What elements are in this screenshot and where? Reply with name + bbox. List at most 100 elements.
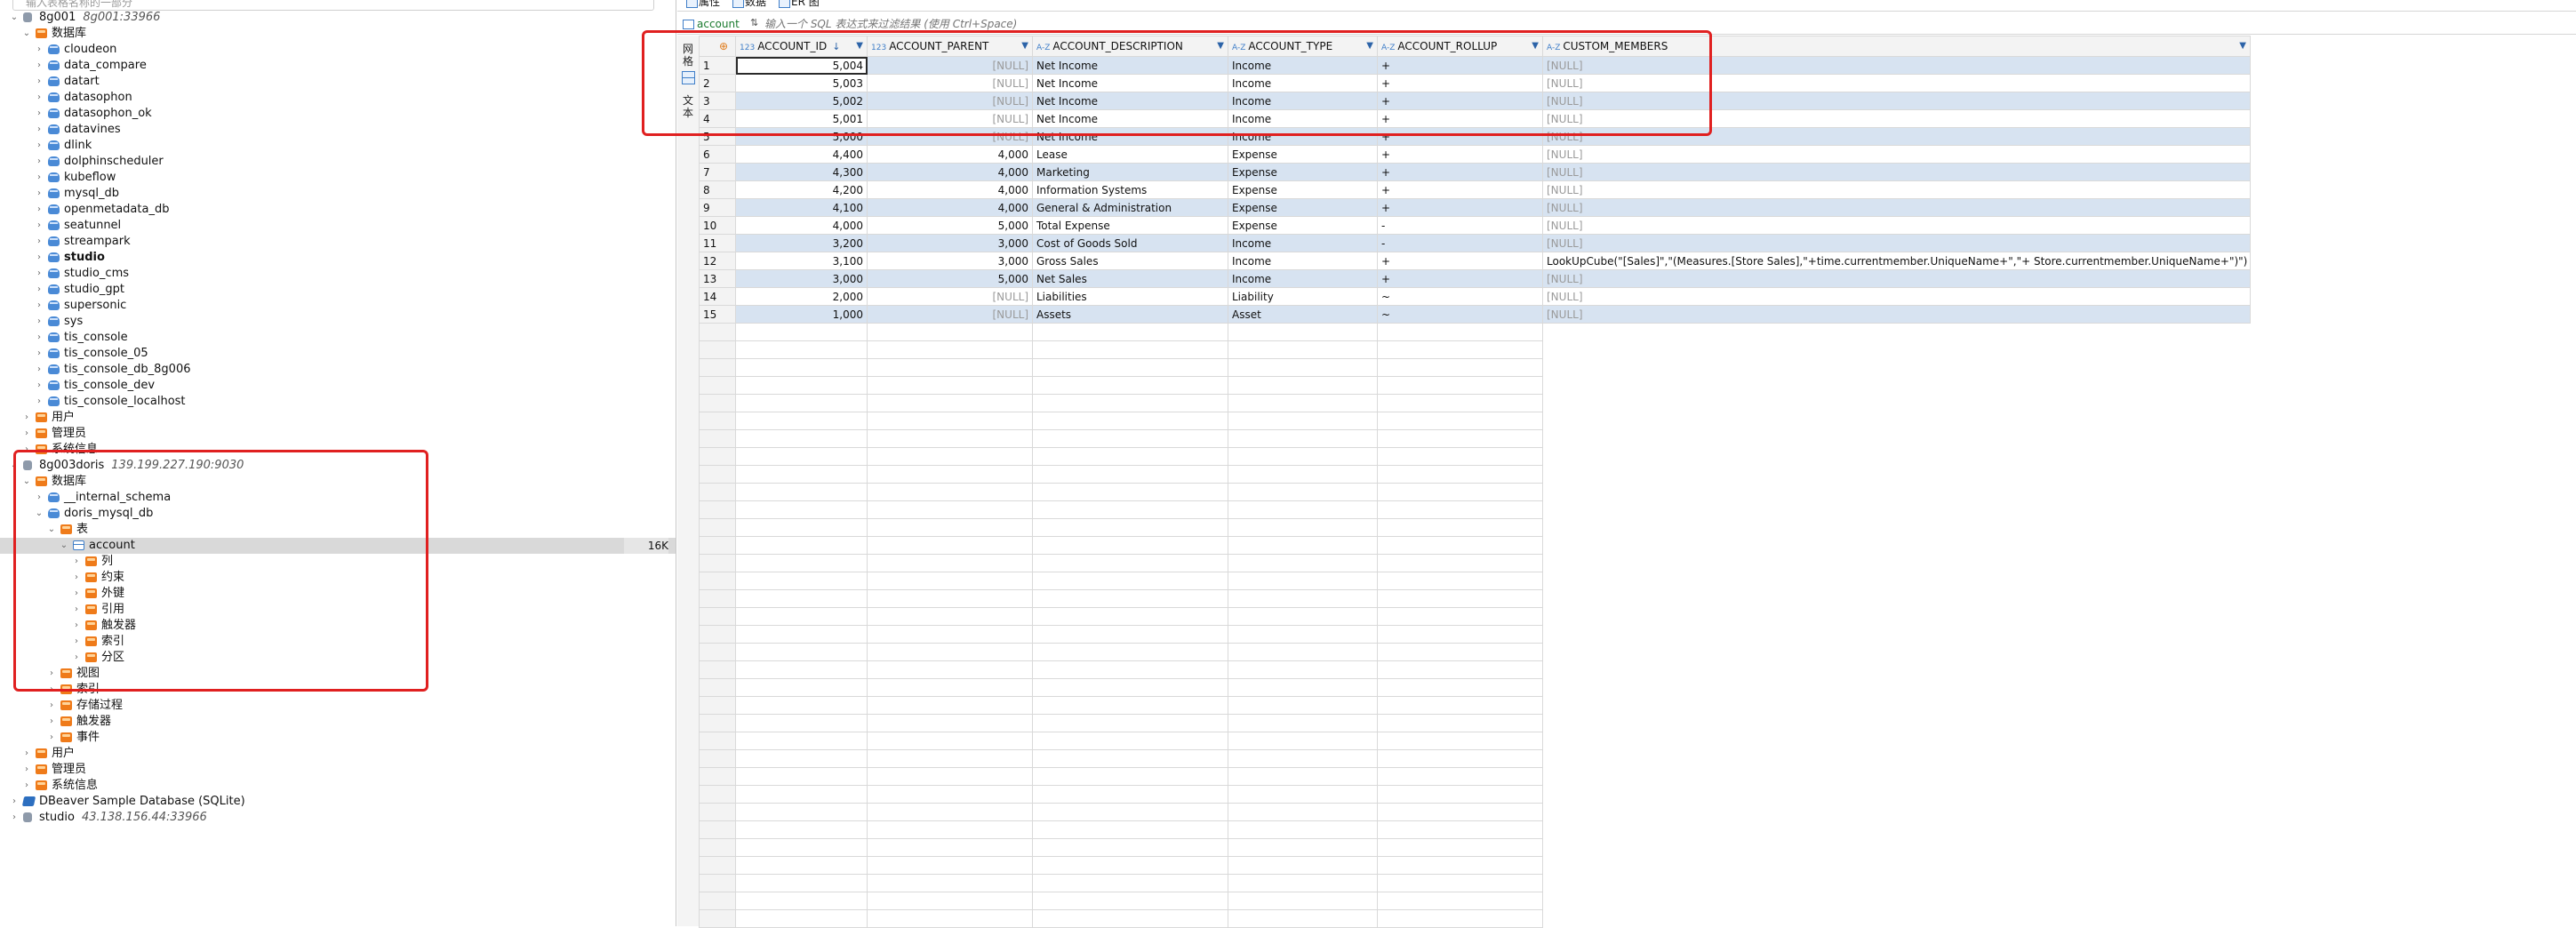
sort-icon[interactable]: ↓ <box>832 41 840 52</box>
tree-node[interactable]: › datavines <box>0 122 676 138</box>
chevron-right-icon[interactable]: › <box>34 362 44 378</box>
chevron-right-icon[interactable]: › <box>71 634 82 650</box>
column-filter-icon[interactable]: ▼ <box>1366 41 1373 51</box>
tree-node[interactable]: › dolphinscheduler <box>0 154 676 170</box>
table-cell[interactable]: Gross Sales <box>1032 252 1228 270</box>
column-filter-icon[interactable]: ▼ <box>2239 41 2246 51</box>
chevron-right-icon[interactable]: › <box>46 730 57 746</box>
chevron-right-icon[interactable]: › <box>46 666 57 682</box>
table-cell[interactable]: + <box>1377 56 1543 75</box>
tree-node[interactable]: › studio <box>0 250 676 266</box>
tab-er-diagram[interactable]: ER 图 <box>777 0 820 10</box>
table-cell[interactable]: [NULL] <box>867 109 1033 128</box>
table-cell[interactable]: [NULL] <box>867 56 1033 75</box>
chevron-right-icon[interactable]: › <box>21 778 32 794</box>
table-cell[interactable]: 4,000 <box>867 198 1033 217</box>
table-cell[interactable]: Income <box>1228 127 1378 146</box>
table-cell[interactable]: 5,000 <box>867 269 1033 288</box>
table-cell[interactable]: + <box>1377 92 1543 110</box>
tree-node[interactable]: › 视图 <box>0 666 676 682</box>
column-header[interactable]: A-Z ACCOUNT_ROLLUP ▼ <box>1377 36 1543 57</box>
table-cell[interactable]: [NULL] <box>867 127 1033 146</box>
chevron-right-icon[interactable]: › <box>71 618 82 634</box>
tree-node[interactable]: › 系统信息 <box>0 778 676 794</box>
select-all-icon[interactable]: ⊕ <box>719 40 728 52</box>
chevron-right-icon[interactable]: › <box>46 682 57 698</box>
row-number[interactable]: 5 <box>699 127 736 146</box>
table-cell[interactable]: 1,000 <box>735 305 868 324</box>
table-cell[interactable]: [NULL] <box>1542 127 2251 146</box>
tree-node[interactable]: › sys <box>0 314 676 330</box>
table-cell[interactable]: Assets <box>1032 305 1228 324</box>
chevron-right-icon[interactable]: › <box>46 698 57 714</box>
chevron-right-icon[interactable]: › <box>46 714 57 730</box>
chevron-right-icon[interactable]: › <box>34 266 44 282</box>
table-cell[interactable]: General & Administration <box>1032 198 1228 217</box>
row-number[interactable]: 7 <box>699 163 736 181</box>
tree-node[interactable]: › streampark <box>0 234 676 250</box>
chevron-right-icon[interactable]: › <box>34 314 44 330</box>
table-cell[interactable]: Information Systems <box>1032 180 1228 199</box>
row-number[interactable]: 4 <box>699 109 736 128</box>
table-cell[interactable]: Income <box>1228 56 1378 75</box>
column-header[interactable]: 123 ACCOUNT_ID ↓ ▼ <box>735 36 868 57</box>
tree-node[interactable]: ⌄ 8g001 8g001:33966 <box>0 10 676 26</box>
table-row[interactable]: 9 4,100 4,000 General & Administration Expen… <box>699 198 2252 217</box>
table-cell[interactable]: Net Income <box>1032 92 1228 110</box>
column-filter-icon[interactable]: ▼ <box>1532 41 1539 51</box>
chevron-right-icon[interactable]: › <box>34 170 44 186</box>
row-number[interactable]: 11 <box>699 234 736 252</box>
table-cell[interactable]: 3,100 <box>735 252 868 270</box>
tree-node[interactable]: › 索引 <box>0 682 676 698</box>
table-cell[interactable]: Expense <box>1228 163 1378 181</box>
table-cell[interactable]: Income <box>1228 74 1378 92</box>
table-cell[interactable]: + <box>1377 163 1543 181</box>
table-cell[interactable]: 4,000 <box>867 163 1033 181</box>
table-cell[interactable]: [NULL] <box>1542 234 2251 252</box>
row-number[interactable]: 6 <box>699 145 736 164</box>
tree-node[interactable]: › 分区 <box>0 650 676 666</box>
table-cell[interactable]: Marketing <box>1032 163 1228 181</box>
column-header[interactable]: 123 ACCOUNT_PARENT ▼ <box>867 36 1033 57</box>
tree-node[interactable]: › 触发器 <box>0 714 676 730</box>
row-number[interactable]: 13 <box>699 269 736 288</box>
chevron-right-icon[interactable]: › <box>34 106 44 122</box>
grid-icon[interactable] <box>682 71 695 84</box>
table-cell[interactable]: [NULL] <box>1542 180 2251 199</box>
table-cell[interactable]: + <box>1377 269 1543 288</box>
chevron-right-icon[interactable]: › <box>34 394 44 410</box>
chevron-down-icon[interactable]: ⌄ <box>9 458 20 474</box>
chevron-down-icon[interactable]: ⌄ <box>21 26 32 42</box>
table-cell[interactable]: [NULL] <box>1542 109 2251 128</box>
tree-node[interactable]: › 约束 <box>0 570 676 586</box>
table-cell[interactable]: 3,200 <box>735 234 868 252</box>
tree-node[interactable]: › studio 43.138.156.44:33966 <box>0 810 676 826</box>
table-row[interactable]: 5 5,000 [NULL] Net Income Income + [NULL] <box>699 127 2252 146</box>
table-cell[interactable]: Net Income <box>1032 109 1228 128</box>
tree-node[interactable]: › studio_gpt <box>0 282 676 298</box>
tree-node[interactable]: › 存储过程 <box>0 698 676 714</box>
tree-node[interactable]: ⌄ doris_mysql_db <box>0 506 676 522</box>
chevron-right-icon[interactable]: › <box>71 650 82 666</box>
row-number[interactable]: 9 <box>699 198 736 217</box>
table-cell[interactable]: 4,400 <box>735 145 868 164</box>
chevron-down-icon[interactable]: ⌄ <box>46 522 57 538</box>
table-cell[interactable]: 4,000 <box>867 145 1033 164</box>
table-cell[interactable]: [NULL] <box>1542 198 2251 217</box>
tree-node[interactable]: › datasophon_ok <box>0 106 676 122</box>
table-row[interactable]: 12 3,100 3,000 Gross Sales Income + LookUpCube… <box>699 252 2252 270</box>
chevron-right-icon[interactable]: › <box>34 298 44 314</box>
table-cell[interactable]: 4,000 <box>867 180 1033 199</box>
table-cell[interactable]: Net Income <box>1032 56 1228 75</box>
table-row[interactable]: 10 4,000 5,000 Total Expense Expense - [NULL] <box>699 216 2252 235</box>
column-header[interactable]: A-Z ACCOUNT_DESCRIPTION ▼ <box>1032 36 1228 57</box>
chevron-right-icon[interactable]: › <box>34 330 44 346</box>
table-cell[interactable]: Income <box>1228 92 1378 110</box>
table-row[interactable]: 7 4,300 4,000 Marketing Expense + [NULL] <box>699 163 2252 181</box>
table-cell[interactable]: 3,000 <box>867 252 1033 270</box>
table-cell[interactable]: ~ <box>1377 287 1543 306</box>
chevron-down-icon[interactable]: ⌄ <box>21 474 32 490</box>
table-cell[interactable]: Cost of Goods Sold <box>1032 234 1228 252</box>
table-cell[interactable]: [NULL] <box>1542 287 2251 306</box>
chevron-right-icon[interactable]: › <box>34 250 44 266</box>
